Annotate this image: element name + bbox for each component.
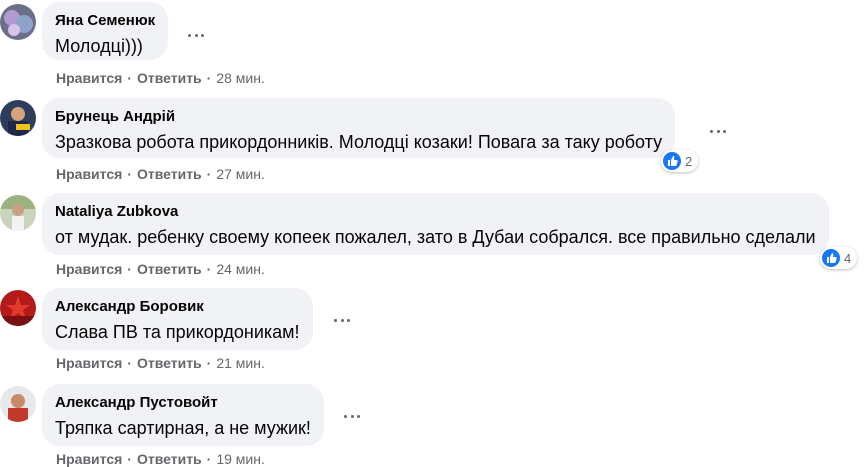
- like-link[interactable]: Нравится: [56, 355, 122, 371]
- comment-text: Слава ПВ та прикордоникам!: [55, 322, 300, 342]
- reply-link[interactable]: Ответить: [137, 261, 202, 277]
- reaction-count: 4: [844, 250, 852, 266]
- timestamp[interactable]: 28 мин.: [216, 70, 265, 86]
- comment-text: Молодці))): [55, 36, 143, 56]
- comment-author[interactable]: Александр Пустовойт: [55, 393, 311, 412]
- separator: ·: [206, 451, 212, 467]
- comment-bubble: Александр Пустовойт Тряпка сартирная, а …: [42, 384, 324, 446]
- comment-author[interactable]: Брунець Андрій: [55, 107, 662, 126]
- separator: ·: [206, 70, 212, 86]
- like-icon: [663, 152, 681, 170]
- more-options-icon[interactable]: [706, 123, 730, 139]
- comment-bubble: Яна Семенюк Молодці))): [42, 2, 169, 60]
- like-link[interactable]: Нравится: [56, 261, 122, 277]
- avatar[interactable]: [0, 386, 36, 422]
- separator: ·: [127, 261, 132, 277]
- comment-text: Тряпка сартирная, а не мужик!: [55, 418, 311, 438]
- comment-bubble: Александр Боровик Слава ПВ та прикордони…: [42, 288, 313, 350]
- comment-actions: Нравится · Ответить · 27 мин.: [56, 166, 265, 182]
- reactions-badge[interactable]: 4: [820, 247, 858, 269]
- separator: ·: [127, 451, 132, 467]
- comment-author[interactable]: Nataliya Zubkova: [55, 202, 816, 221]
- like-icon: [822, 249, 840, 267]
- reply-link[interactable]: Ответить: [137, 166, 202, 182]
- avatar[interactable]: [0, 290, 36, 326]
- reply-link[interactable]: Ответить: [137, 70, 202, 86]
- separator: ·: [206, 355, 212, 371]
- reactions-badge[interactable]: 2: [661, 150, 699, 172]
- like-link[interactable]: Нравится: [56, 166, 122, 182]
- separator: ·: [206, 261, 212, 277]
- reply-link[interactable]: Ответить: [137, 451, 202, 467]
- separator: ·: [206, 166, 212, 182]
- more-options-icon[interactable]: [184, 27, 208, 43]
- like-link[interactable]: Нравится: [56, 451, 122, 467]
- like-link[interactable]: Нравится: [56, 70, 122, 86]
- timestamp[interactable]: 27 мин.: [216, 166, 265, 182]
- comment-actions: Нравится · Ответить · 21 мин.: [56, 355, 265, 371]
- reply-link[interactable]: Ответить: [137, 355, 202, 371]
- separator: ·: [127, 355, 132, 371]
- comment-actions: Нравится · Ответить · 28 мин.: [56, 70, 265, 86]
- comment-bubble: Nataliya Zubkova от мудак. ребенку своем…: [42, 193, 829, 255]
- avatar[interactable]: [0, 4, 36, 40]
- separator: ·: [127, 70, 132, 86]
- timestamp[interactable]: 24 мин.: [216, 261, 265, 277]
- timestamp[interactable]: 21 мин.: [216, 355, 265, 371]
- comment-author[interactable]: Яна Семенюк: [55, 11, 155, 30]
- comment-author[interactable]: Александр Боровик: [55, 297, 300, 316]
- timestamp[interactable]: 19 мин.: [216, 451, 265, 467]
- comment-actions: Нравится · Ответить · 19 мин.: [56, 451, 265, 467]
- more-options-icon[interactable]: [330, 312, 354, 328]
- separator: ·: [127, 166, 132, 182]
- comment-bubble: Брунець Андрій Зразкова робота прикордон…: [42, 98, 676, 158]
- comment-text: Зразкова робота прикордонників. Молодці …: [55, 132, 663, 152]
- comment-actions: Нравится · Ответить · 24 мин.: [56, 261, 265, 277]
- avatar[interactable]: [0, 100, 36, 136]
- avatar[interactable]: [0, 195, 36, 231]
- reaction-count: 2: [685, 153, 693, 169]
- comment-text: от мудак. ребенку своему копеек пожалел,…: [55, 227, 816, 247]
- more-options-icon[interactable]: [340, 408, 364, 424]
